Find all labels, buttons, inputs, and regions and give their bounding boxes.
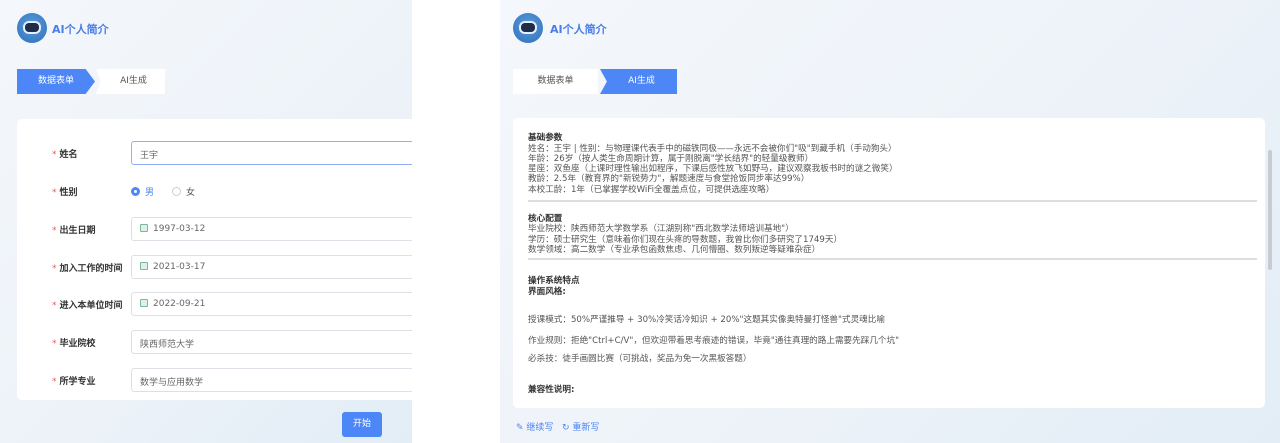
app-title: AI个人简介 <box>52 23 109 36</box>
birth-label: 出生日期 <box>52 223 96 236</box>
field-gender: 性别 男 女 <box>0 179 412 203</box>
work-start-value: 2021-03-17 <box>153 262 206 272</box>
pencil-icon: ✎ <box>516 423 524 433</box>
result-line: 授课模式：50%严谨推导 + 30%冷笑话冷知识 + 20%"这题其实像奥特曼打… <box>528 315 885 325</box>
start-button[interactable]: 开始 <box>342 412 382 437</box>
field-birth: 出生日期 1997-03-12 <box>0 217 412 241</box>
section-os-subtitle: 界面风格: <box>528 287 566 297</box>
tab-ai-generate[interactable]: AI生成 <box>96 69 165 94</box>
field-work-start: 加入工作的时间 2021-03-17 <box>0 255 412 279</box>
section-compat-title: 兼容性说明: <box>528 385 575 395</box>
divider <box>528 200 1257 202</box>
school-label: 毕业院校 <box>52 336 96 349</box>
divider <box>528 258 1257 260</box>
field-name: 姓名 王宇 <box>0 141 412 165</box>
result-line: 数学领域：高二数学（专业承包函数焦虑、几何懵圈、数列叛逆等疑难杂症） <box>528 245 821 255</box>
radio-checked-icon <box>131 187 140 196</box>
radio-unchecked-icon <box>172 187 181 196</box>
app-title: AI个人简介 <box>550 23 607 36</box>
field-unit-start: 进入本单位时间 2022-09-21 <box>0 292 412 316</box>
rewrite-link[interactable]: ↻ 重新写 <box>562 420 599 433</box>
name-label: 姓名 <box>52 147 78 160</box>
female-label: 女 <box>186 188 196 198</box>
unit-start-date-picker[interactable]: 2022-09-21 <box>131 292 412 316</box>
calendar-icon <box>140 224 148 232</box>
scrollbar[interactable] <box>1268 150 1272 270</box>
field-school: 毕业院校 陕西师范大学 <box>0 330 412 354</box>
calendar-icon <box>140 262 148 270</box>
calendar-icon <box>140 299 148 307</box>
unit-start-label: 进入本单位时间 <box>52 298 123 311</box>
continue-label: 继续写 <box>526 423 554 433</box>
birth-value: 1997-03-12 <box>153 224 206 234</box>
male-label: 男 <box>145 188 155 198</box>
refresh-icon: ↻ <box>562 423 570 433</box>
result-line: 本校工龄：1年（已掌握学校WiFi全覆盖点位，可提供选座攻略） <box>528 185 775 195</box>
birth-date-picker[interactable]: 1997-03-12 <box>131 217 412 241</box>
gender-female-radio[interactable]: 女 <box>172 185 195 198</box>
work-start-date-picker[interactable]: 2021-03-17 <box>131 255 412 279</box>
rewrite-label: 重新写 <box>572 423 600 433</box>
gender-label: 性别 <box>52 185 78 198</box>
robot-logo-icon <box>17 13 47 43</box>
result-line: 必杀技：徒手画圆比赛（可挑战，奖品为免一次黑板答题） <box>528 354 752 364</box>
tab-data-form[interactable]: 数据表单 <box>17 69 95 94</box>
tab-data-form[interactable]: 数据表单 <box>513 69 598 94</box>
major-input[interactable]: 数学与应用数学 <box>131 368 412 392</box>
name-input[interactable]: 王宇 <box>131 141 412 165</box>
ai-result-panel: AI个人简介 数据表单 AI生成 基础参数 姓名：王宇 | 性别：与物理课代表手… <box>500 0 1280 443</box>
result-card: 基础参数 姓名：王宇 | 性别：与物理课代表手中的磁铁同极——永远不会被你们"吸… <box>513 118 1265 408</box>
robot-logo-icon <box>513 13 543 43</box>
gender-male-radio[interactable]: 男 <box>131 185 154 198</box>
field-major: 所学专业 数学与应用数学 <box>0 368 412 392</box>
school-input[interactable]: 陕西师范大学 <box>131 330 412 354</box>
work-start-label: 加入工作的时间 <box>52 261 123 274</box>
major-label: 所学专业 <box>52 374 96 387</box>
tab-ai-generate[interactable]: AI生成 <box>600 69 677 94</box>
unit-start-value: 2022-09-21 <box>153 299 206 309</box>
result-line: 作业规则：拒绝"Ctrl+C/V"，但欢迎带着思考痕迹的错误，毕竟"通往真理的路… <box>528 336 900 346</box>
continue-write-link[interactable]: ✎ 继续写 <box>516 420 553 433</box>
form-panel: AI个人简介 数据表单 AI生成 姓名 王宇 性别 男 女 出生日期 1997-… <box>0 0 412 443</box>
